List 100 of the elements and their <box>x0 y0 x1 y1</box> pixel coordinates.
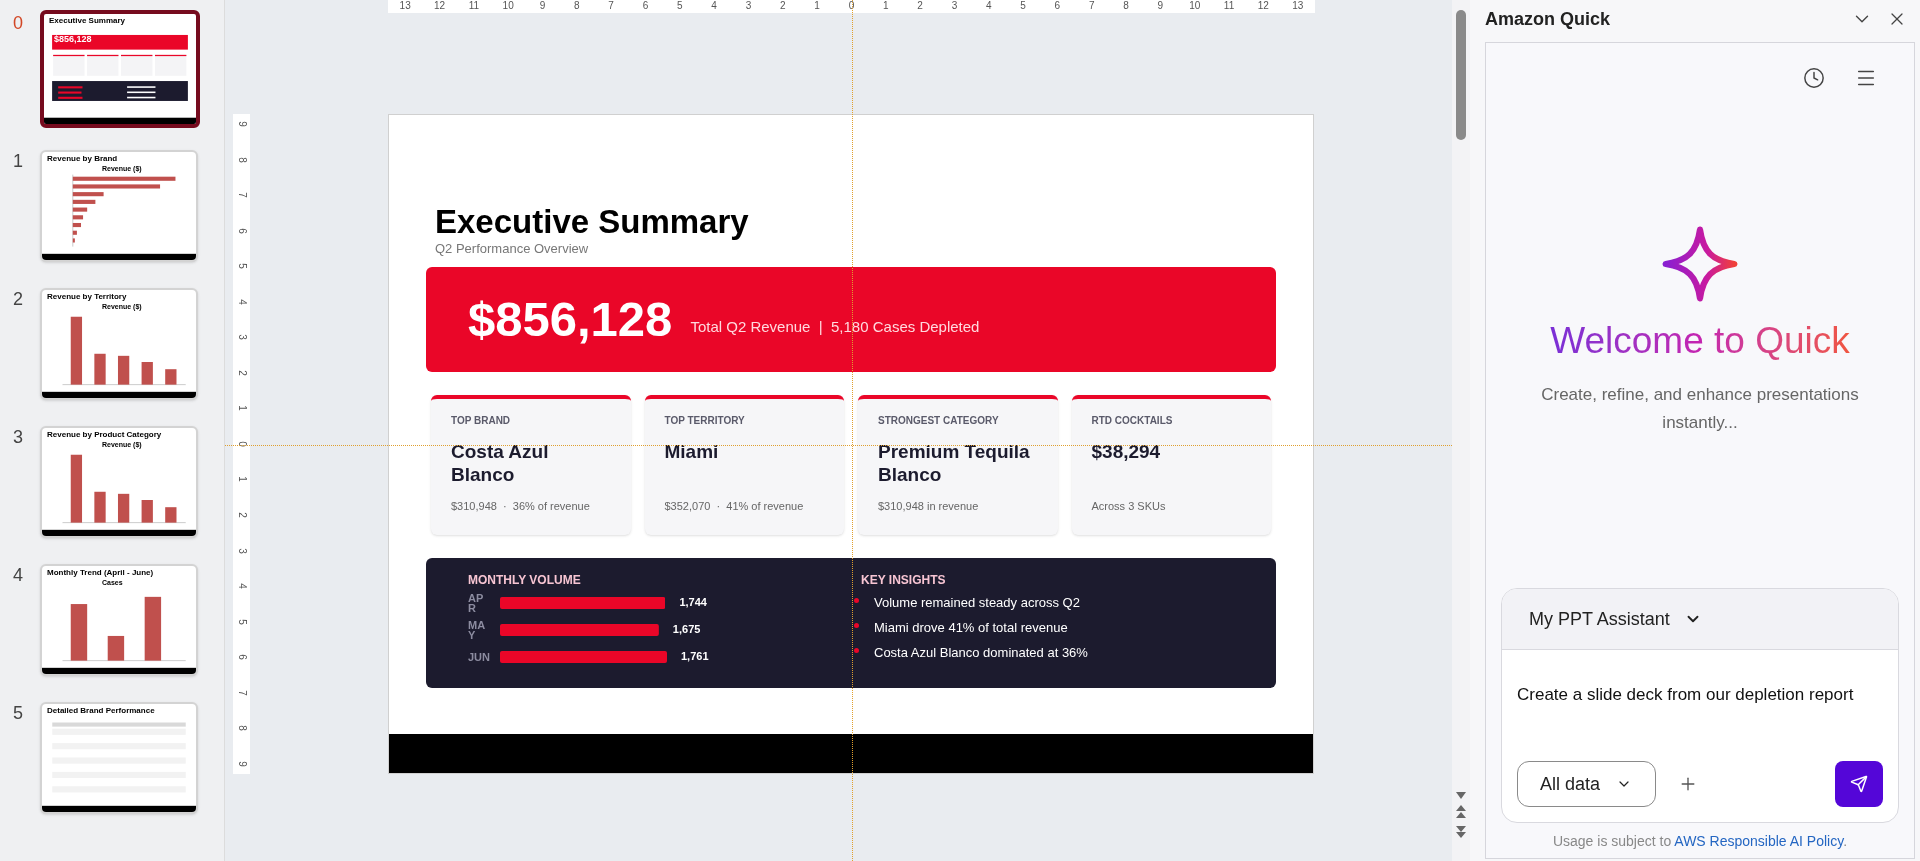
scrollbar-thumb[interactable] <box>1456 10 1466 140</box>
thumbnail-title: Revenue by Territory <box>47 293 127 301</box>
kpi-label: TOP BRAND <box>451 414 512 428</box>
slide-number: 3 <box>12 426 24 449</box>
kpi-detail: $310,948 · 36% of revenue <box>451 499 591 514</box>
ruler-number: 7 <box>1087 0 1096 13</box>
ruler-number: 9 <box>538 0 547 13</box>
insights-heading: KEY INSIGHTS <box>861 572 947 589</box>
slide-number: 0 <box>12 12 24 35</box>
thumbnail-title: Detailed Brand Performance <box>47 707 155 715</box>
ruler-number: 3 <box>235 333 248 343</box>
kpi-detail: $352,070 · 41% of revenue <box>664 499 805 514</box>
ruler-number: 9 <box>235 120 248 129</box>
ruler-number: 3 <box>235 546 248 556</box>
ruler-number: 11 <box>467 0 480 13</box>
history-icon[interactable] <box>1803 67 1825 89</box>
ruler-number: 1 <box>235 475 248 485</box>
ruler-number: 5 <box>1019 0 1027 13</box>
kpi-value: Miami <box>664 440 720 464</box>
slide-number: 1 <box>12 150 24 173</box>
ruler-number: 3 <box>744 0 753 13</box>
month-label: JUN <box>468 651 490 662</box>
kpi-label: STRONGEST CATEGORY <box>878 414 1000 428</box>
kpi-value: Costa Azul Blanco <box>451 440 550 486</box>
slide-subtitle: Q2 Performance Overview <box>434 241 590 257</box>
insight-text: Costa Azul Blanco dominated at 36% <box>874 645 1088 661</box>
ruler-number: 8 <box>1122 0 1130 13</box>
ruler-number: 1 <box>235 404 248 414</box>
panel-title: Amazon Quick <box>1485 7 1611 31</box>
thumbnail-title: Monthly Trend (April - June) <box>47 569 154 577</box>
ruler-number: 5 <box>235 262 248 271</box>
ruler-number: 6 <box>641 0 650 13</box>
ruler-number: 4 <box>235 582 248 591</box>
welcome-description: Create, refine, and enhance presentations instantly... <box>1540 384 1860 434</box>
slide-thumbnail[interactable]: Executive Summary $856,128 <box>40 10 200 128</box>
ruler-number: 4 <box>235 297 248 307</box>
ruler-number: 8 <box>573 0 581 13</box>
previous-slide-icon[interactable] <box>1456 805 1466 819</box>
volume-heading: MONTHLY VOLUME <box>468 572 582 589</box>
ruler-number: 8 <box>235 724 248 734</box>
ruler-number: 4 <box>984 0 993 13</box>
slide-number: 5 <box>12 702 24 725</box>
kpi-value: $38,294 <box>1091 440 1162 464</box>
kpi-detail: $310,948 in revenue <box>878 499 980 514</box>
assistant-selector[interactable]: My PPT Assistant <box>1502 589 1898 650</box>
next-slide-icon[interactable] <box>1456 825 1466 839</box>
ruler-number: 12 <box>432 0 447 13</box>
sparkle-logo-icon <box>1661 224 1739 304</box>
thumbnail-title: Executive Summary <box>49 17 126 25</box>
slide-number: 4 <box>12 564 24 587</box>
ruler-number: 4 <box>710 0 718 13</box>
ruler-number: 5 <box>235 617 248 627</box>
ruler-number: 6 <box>1053 0 1062 13</box>
ruler-number: 3 <box>950 0 959 13</box>
slide-number: 2 <box>12 288 24 311</box>
ruler-number: 2 <box>235 369 248 378</box>
ruler-number: 2 <box>916 0 924 13</box>
ruler-number: 8 <box>235 155 248 165</box>
send-icon <box>1850 775 1868 793</box>
ruler-number: 1 <box>813 0 821 13</box>
ruler-number: 11 <box>1222 0 1236 13</box>
thumbnail-headline: $856,128 <box>54 35 92 44</box>
volume-value: 1,744 <box>679 595 707 611</box>
ruler-number: 10 <box>1188 0 1202 13</box>
kpi-detail: Across 3 SKUs <box>1091 499 1167 514</box>
ruler-number: 7 <box>607 0 615 13</box>
ruler-number: 13 <box>398 0 412 13</box>
ruler-number: 10 <box>501 0 515 13</box>
month-label: APR <box>468 592 485 613</box>
ruler-number: 7 <box>235 688 248 698</box>
ruler-number: 7 <box>235 191 248 200</box>
ruler-number: 13 <box>1291 0 1305 13</box>
usage-note: Usage is subject to AWS Responsible AI Policy. <box>1552 832 1848 851</box>
scroll-down-icon[interactable] <box>1456 792 1466 799</box>
revenue-value: $856,128 <box>468 295 673 344</box>
ruler-number: 6 <box>235 226 248 236</box>
data-scope-dropdown[interactable]: All data <box>1517 761 1656 807</box>
volume-value: 1,675 <box>672 622 701 638</box>
kpi-label: RTD COCKTAILS <box>1091 414 1174 428</box>
thumbnail-title: Revenue by Brand <box>47 155 118 163</box>
send-button[interactable] <box>1835 761 1883 807</box>
ruler-number: 9 <box>1156 0 1165 13</box>
slide-title: Executive Summary <box>434 203 750 241</box>
kpi-label: TOP TERRITORY <box>664 414 746 428</box>
ruler-number: 6 <box>235 653 248 662</box>
ruler-number: 2 <box>779 0 787 13</box>
revenue-caption: Total Q2 Revenue | 5,180 Cases Depleted <box>690 317 980 338</box>
kpi-value: Premium Tequila Blanco <box>878 440 1031 486</box>
slide-thumbnail[interactable]: Detailed Brand Performance <box>40 702 198 814</box>
prompt-field[interactable]: Create a slide deck from our depletion report <box>1502 650 1898 758</box>
month-label: MAY <box>468 619 487 640</box>
thumbnail-title: Revenue by Product Category <box>47 431 162 439</box>
ruler-number: 5 <box>676 0 684 13</box>
ruler-number: 1 <box>881 0 890 13</box>
volume-value: 1,761 <box>681 649 709 665</box>
ruler-number: 9 <box>235 760 248 769</box>
insight-text: Miami drove 41% of total revenue <box>874 620 1068 636</box>
ruler-number: 12 <box>1256 0 1270 13</box>
ruler-number: 2 <box>235 511 248 520</box>
insight-text: Volume remained steady across Q2 <box>874 595 1080 611</box>
